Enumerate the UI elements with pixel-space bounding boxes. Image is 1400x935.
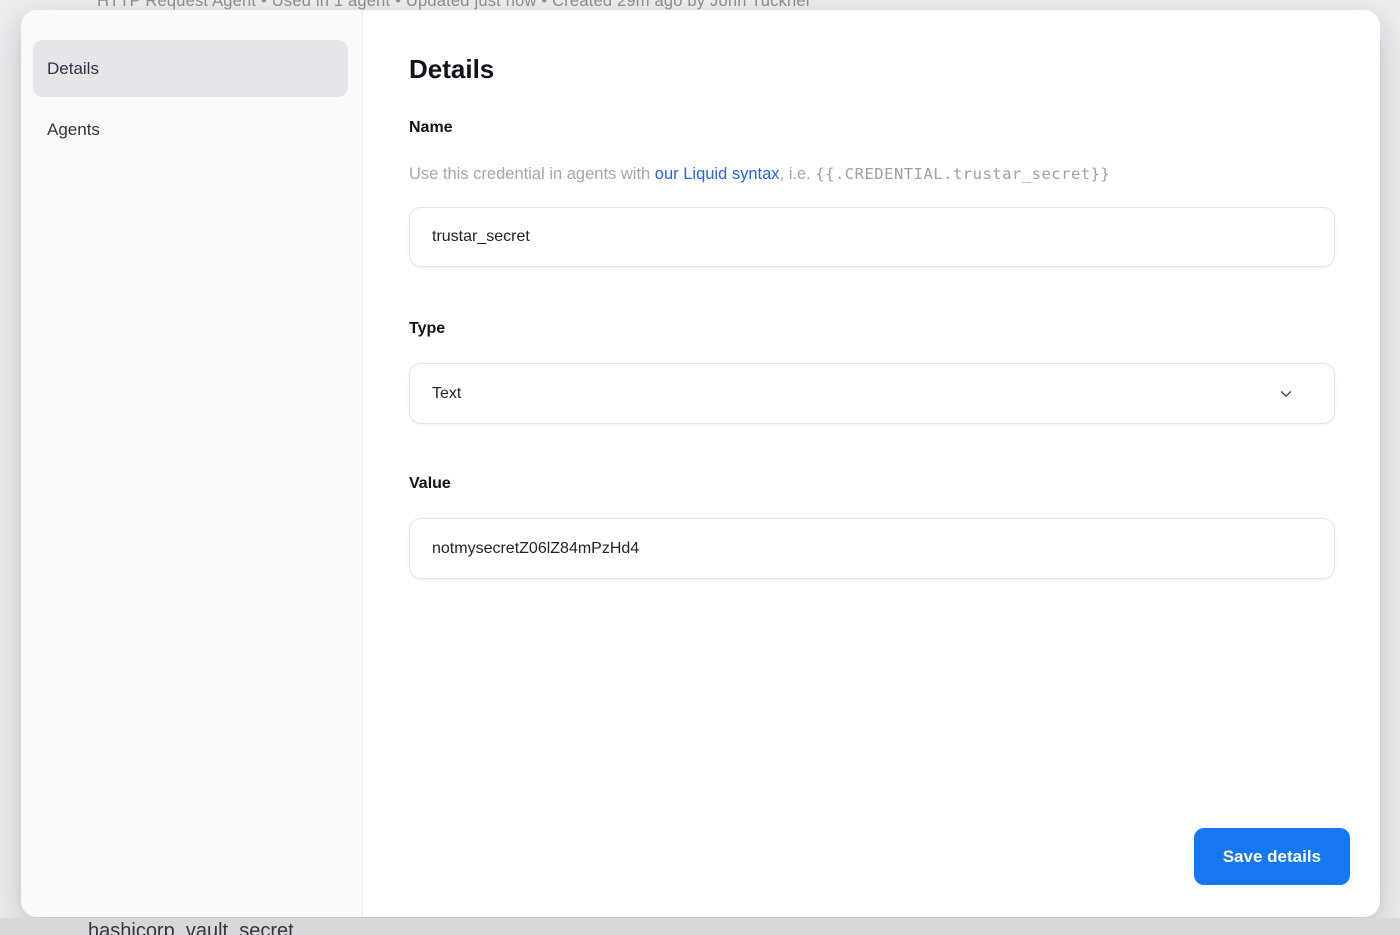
- name-helper-text: Use this credential in agents with our L…: [409, 164, 1335, 185]
- chevron-down-icon: [1279, 387, 1293, 401]
- value-input[interactable]: [409, 518, 1335, 579]
- sidebar-item-agents-label: Agents: [47, 120, 100, 140]
- name-label: Name: [409, 118, 1335, 138]
- helper-middle: , i.e.: [780, 165, 816, 183]
- credential-modal: Details Agents Details Name Use this cre…: [21, 10, 1380, 917]
- type-select-value: Text: [432, 385, 461, 403]
- type-select[interactable]: Text: [409, 363, 1335, 424]
- credential-code-snippet: {{.CREDENTIAL.trustar_secret}}: [815, 165, 1110, 183]
- type-label: Type: [409, 319, 1335, 339]
- sidebar-item-details[interactable]: Details: [33, 40, 348, 97]
- sidebar-item-details-label: Details: [47, 59, 99, 79]
- background-bottom-row: hashicorp_vault_secret: [0, 918, 1400, 935]
- helper-prefix: Use this credential in agents with: [409, 165, 655, 183]
- sidebar-item-agents[interactable]: Agents: [33, 101, 348, 158]
- background-credential-name: hashicorp_vault_secret: [88, 918, 1400, 935]
- name-input[interactable]: [409, 207, 1335, 267]
- page-title: Details: [409, 53, 1335, 85]
- save-details-button[interactable]: Save details: [1194, 828, 1350, 885]
- liquid-syntax-link[interactable]: our Liquid syntax: [655, 165, 780, 183]
- details-panel: Details Name Use this credential in agen…: [363, 10, 1380, 917]
- modal-sidebar: Details Agents: [21, 10, 363, 917]
- value-label: Value: [409, 474, 1335, 494]
